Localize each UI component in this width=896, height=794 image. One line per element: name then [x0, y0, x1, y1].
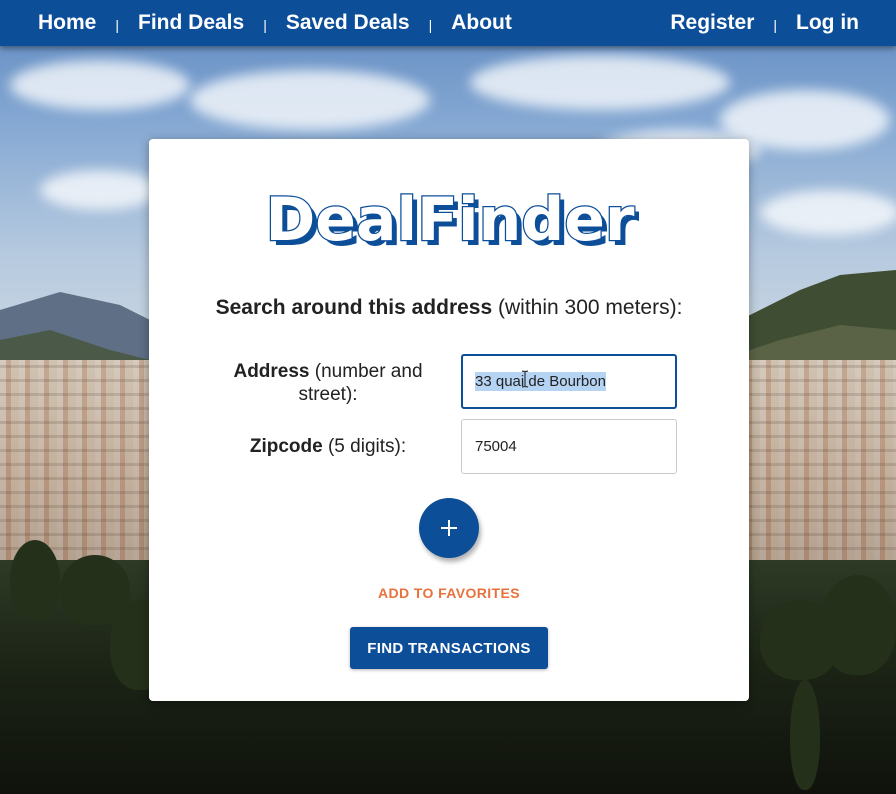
nav-home-link[interactable]: Home: [38, 11, 96, 35]
search-headline: Search around this address (within 300 m…: [149, 296, 749, 320]
search-card: DealFinder DealFinder Search around this…: [149, 139, 749, 701]
top-navbar: Home | Find Deals | Saved Deals | About …: [0, 0, 896, 46]
logo-text: DealFinder: [265, 185, 634, 255]
headline-bold: Search around this address: [215, 296, 493, 319]
zipcode-input-value: 75004: [475, 438, 517, 455]
address-input[interactable]: 33 quai de Bourbon: [461, 354, 677, 409]
nav-separator: |: [428, 17, 433, 33]
zipcode-label: Zipcode (5 digits):: [223, 435, 433, 458]
logo-container: DealFinder DealFinder: [149, 183, 749, 268]
address-input-value: 33 quai de Bourbon: [475, 372, 606, 391]
find-transactions-button[interactable]: FIND TRANSACTIONS: [350, 627, 548, 669]
nav-right-group: Register | Log in: [670, 11, 859, 35]
nav-separator: |: [263, 17, 267, 33]
add-to-favorites-link[interactable]: ADD TO FAVORITES: [149, 585, 749, 601]
nav-separator: |: [773, 17, 778, 33]
headline-rest: (within 300 meters):: [492, 296, 683, 319]
address-label-bold: Address: [233, 361, 310, 382]
nav-saved-deals-link[interactable]: Saved Deals: [286, 11, 410, 35]
zipcode-label-rest: (5 digits):: [322, 436, 407, 457]
dealfinder-logo: DealFinder DealFinder: [264, 184, 639, 260]
address-label: Address (number and street):: [223, 360, 433, 406]
nav-find-deals-link[interactable]: Find Deals: [138, 11, 244, 35]
zipcode-input[interactable]: 75004: [461, 419, 677, 474]
nav-about-link[interactable]: About: [451, 11, 512, 35]
add-favorite-button[interactable]: [419, 498, 479, 558]
address-label-rest: (number and street):: [298, 361, 423, 405]
text-cursor-icon: [521, 370, 529, 388]
nav-login-link[interactable]: Log in: [796, 11, 859, 35]
plus-icon: [438, 517, 460, 539]
zipcode-label-bold: Zipcode: [249, 436, 323, 457]
nav-left-group: Home | Find Deals | Saved Deals | About: [38, 11, 512, 35]
nav-separator: |: [115, 17, 119, 33]
nav-register-link[interactable]: Register: [670, 11, 754, 35]
